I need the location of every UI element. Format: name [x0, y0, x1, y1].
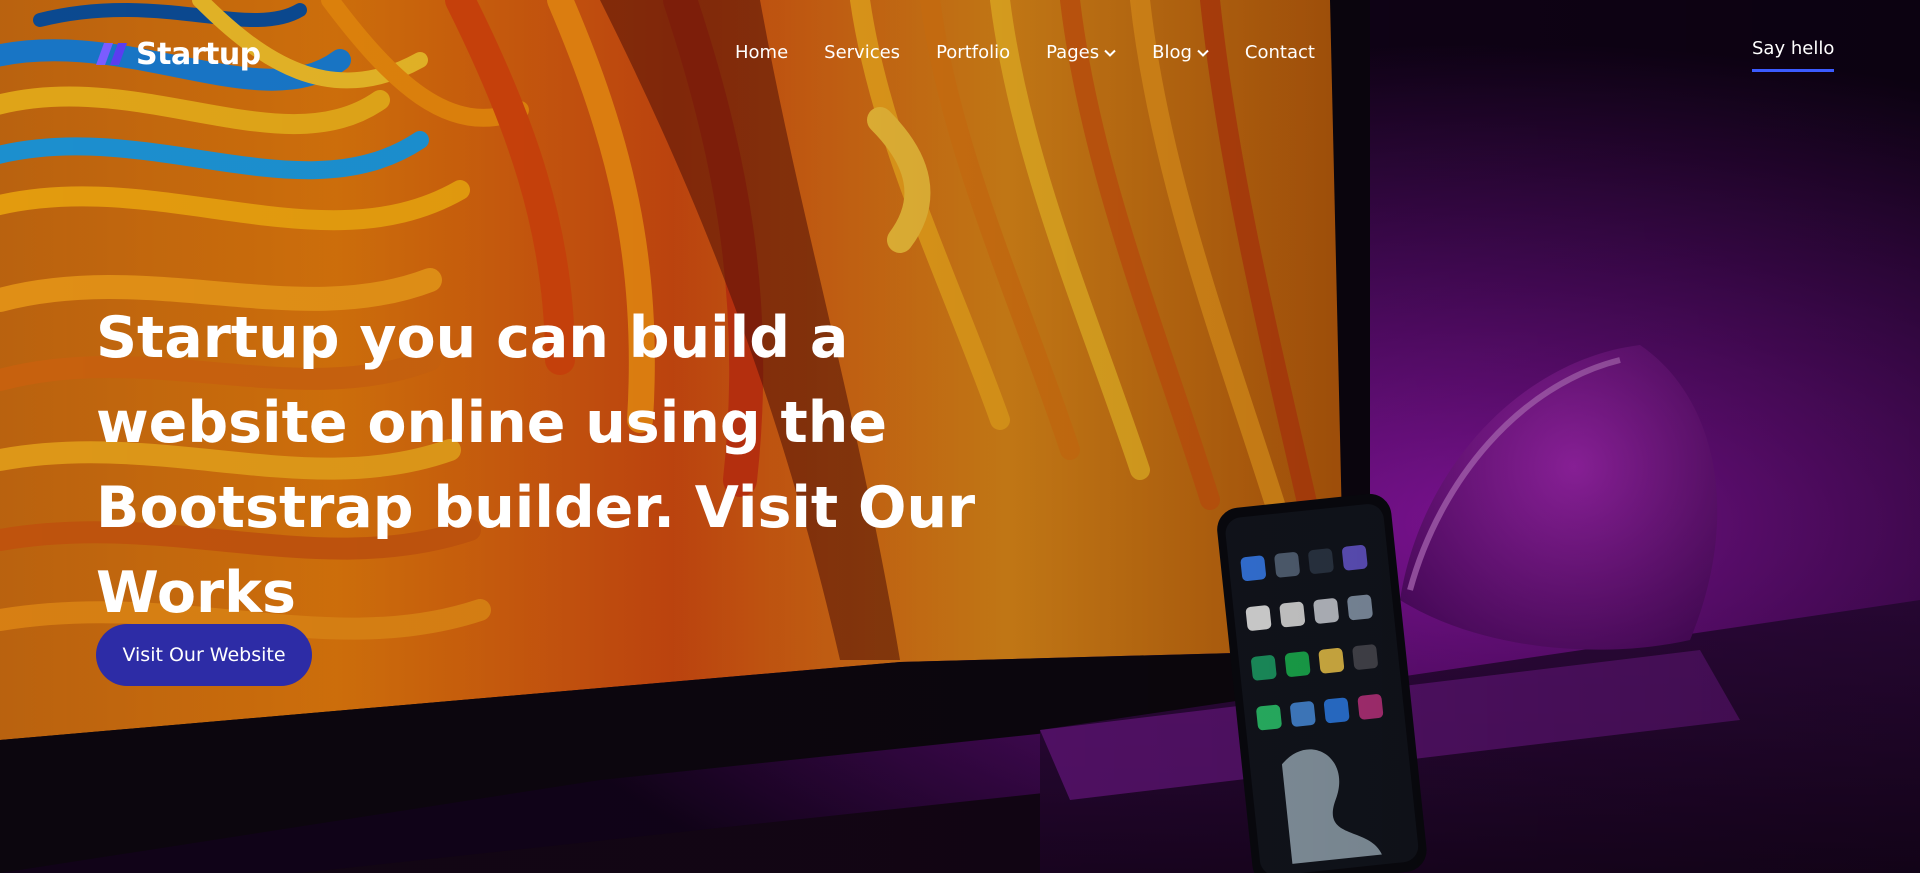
nav-item-label: Services — [824, 42, 901, 63]
nav-item-label: Contact — [1244, 42, 1315, 63]
nav-item-services[interactable]: Services — [824, 42, 900, 63]
chevron-down-icon — [1104, 49, 1116, 57]
nav-item-home[interactable]: Home — [735, 42, 788, 63]
nav-item-blog[interactable]: Blog — [1152, 42, 1209, 63]
double-slash-logo-icon — [96, 43, 127, 65]
nav-item-label: Pages — [1046, 42, 1100, 63]
main-nav: Home Services Portfolio Pages Blog Conta… — [735, 42, 1315, 63]
nav-item-pages[interactable]: Pages — [1046, 42, 1116, 63]
say-hello-link[interactable]: Say hello — [1752, 38, 1835, 72]
nav-item-label: Home — [735, 42, 789, 63]
brand-name: Startup — [136, 36, 261, 72]
nav-item-contact[interactable]: Contact — [1245, 42, 1315, 63]
hero-section: Startup Home Services Portfolio Pages Bl… — [0, 0, 1920, 873]
visit-website-button[interactable]: Visit Our Website — [96, 624, 312, 686]
nav-item-label: Blog — [1152, 42, 1192, 63]
brand-logo[interactable]: Startup — [96, 36, 261, 72]
hero-title: Startup you can build a website online u… — [96, 305, 976, 626]
nav-item-portfolio[interactable]: Portfolio — [936, 42, 1010, 63]
nav-item-label: Portfolio — [936, 42, 1011, 63]
chevron-down-icon — [1197, 49, 1209, 57]
